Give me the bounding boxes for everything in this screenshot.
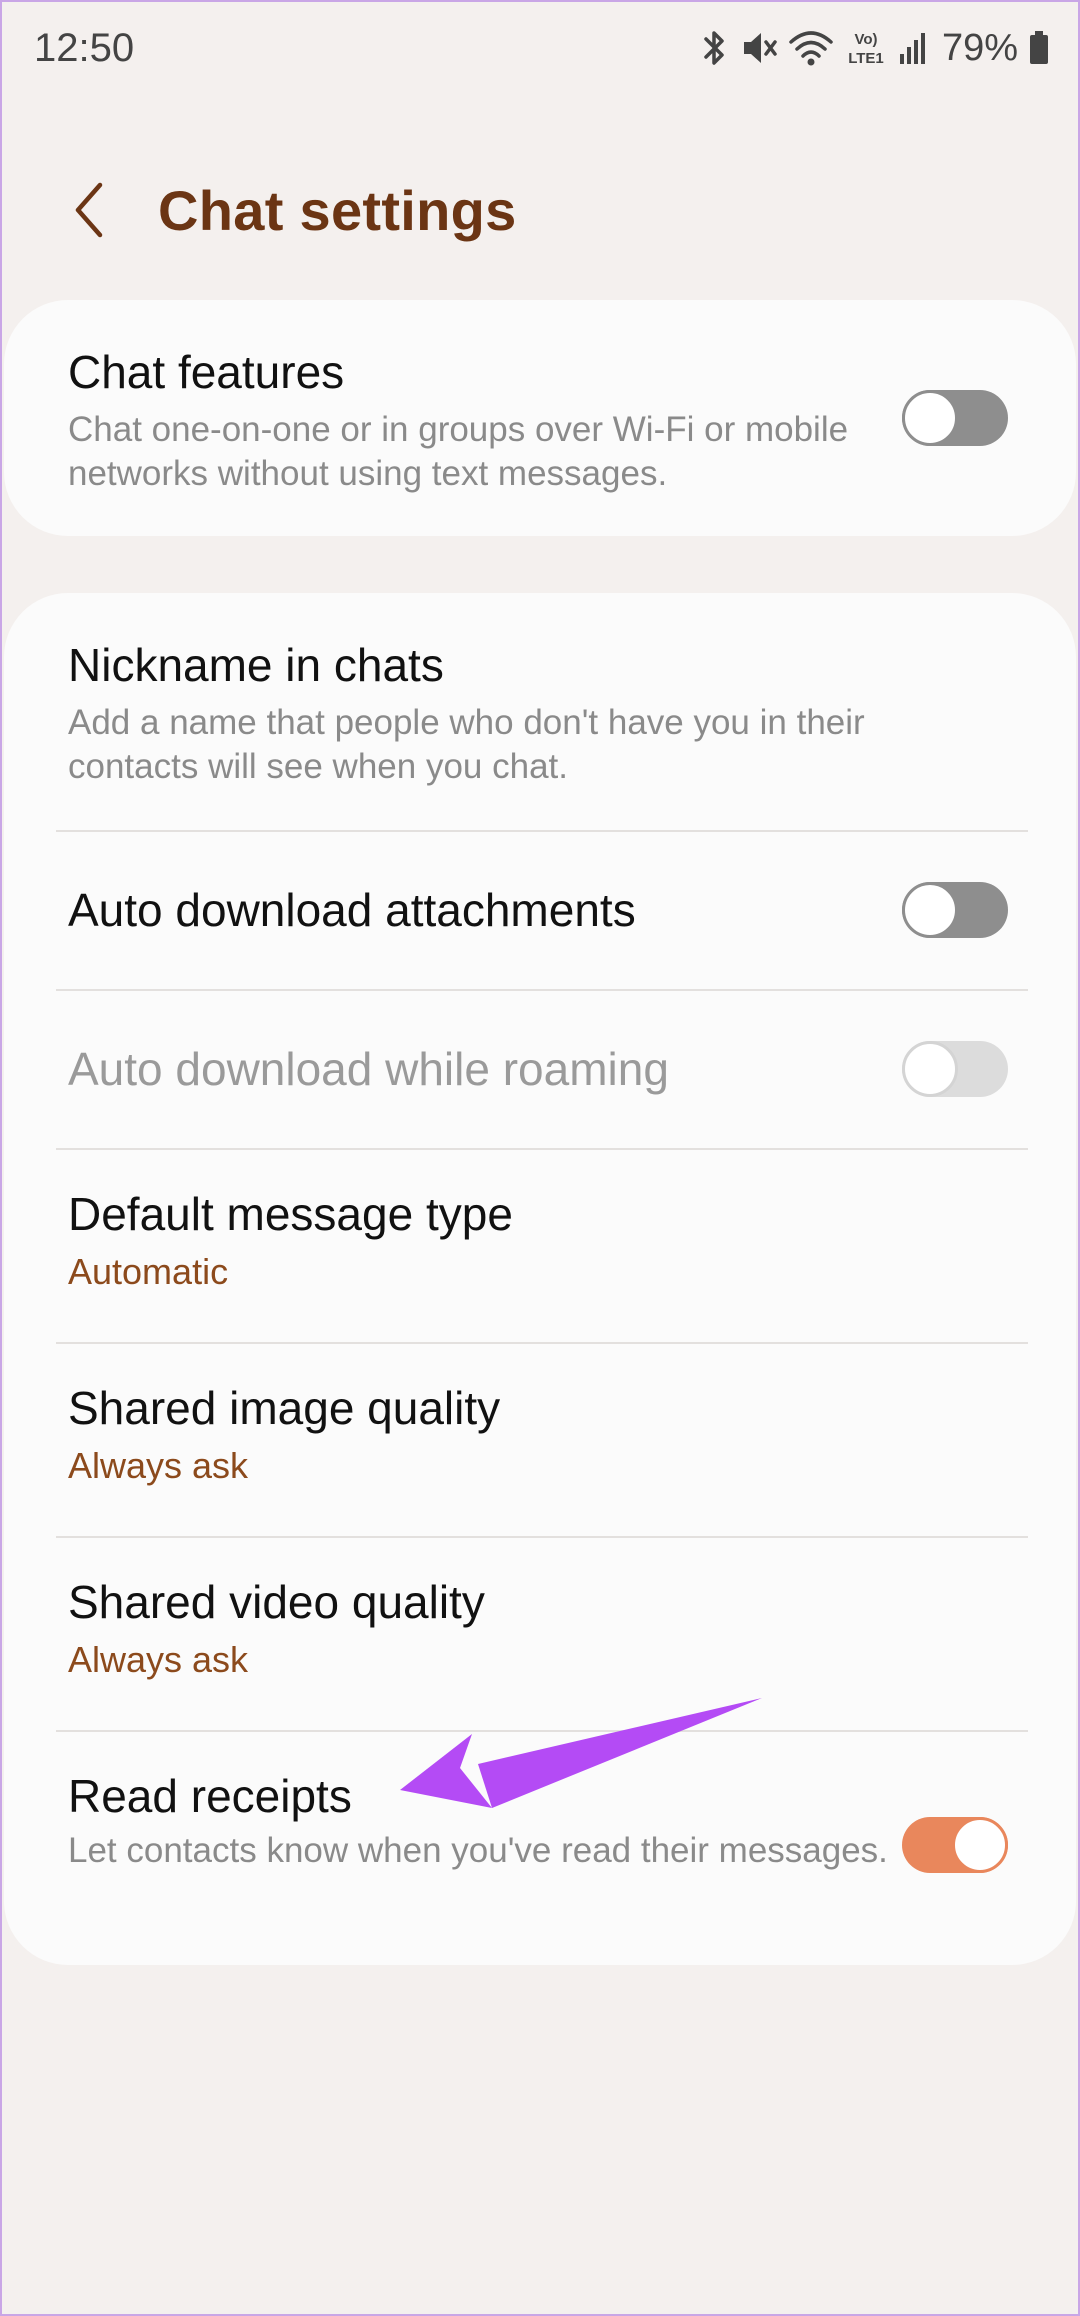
chat-features-toggle[interactable] [902, 390, 1008, 446]
shared-image-quality-title: Shared image quality [68, 1382, 501, 1434]
nickname-title: Nickname in chats [68, 639, 444, 691]
nickname-row[interactable]: Nickname in chats Add a name that people… [4, 593, 1076, 830]
auto-download-toggle[interactable] [902, 882, 1008, 938]
auto-download-row[interactable]: Auto download attachments [4, 832, 1076, 989]
auto-download-roaming-row: Auto download while roaming [4, 991, 1076, 1148]
auto-download-roaming-toggle [902, 1041, 1008, 1097]
toggle-thumb [902, 1041, 958, 1097]
toggle-thumb [902, 390, 958, 446]
wifi-icon [789, 31, 833, 66]
read-receipts-title: Read receipts [68, 1770, 352, 1822]
chat-features-card: Chat features Chat one-on-one or in grou… [4, 300, 1076, 536]
auto-download-roaming-title: Auto download while roaming [68, 1043, 669, 1095]
read-receipts-row[interactable]: Read receipts Let contacts know when you… [4, 1732, 1076, 1965]
toggle-thumb [902, 882, 958, 938]
signal-icon [899, 33, 925, 64]
status-bar: 12:50 Vo) LTE1 79% [0, 0, 1080, 100]
shared-video-quality-title: Shared video quality [68, 1576, 485, 1628]
chat-features-row[interactable]: Chat features Chat one-on-one or in grou… [4, 300, 1076, 536]
toggle-thumb [952, 1817, 1008, 1873]
chat-settings-screen: 12:50 Vo) LTE1 79% Chat settings Chat fe… [0, 0, 1080, 2316]
shared-image-quality-row[interactable]: Shared image quality Always ask [4, 1344, 1076, 1536]
chevron-left-icon [75, 182, 103, 238]
shared-image-quality-value: Always ask [68, 1445, 249, 1486]
volte-icon: Vo) LTE1 [848, 31, 884, 67]
battery-percent: 79% [941, 27, 1018, 69]
shared-video-quality-row[interactable]: Shared video quality Always ask [4, 1538, 1076, 1730]
battery-icon [1030, 31, 1048, 64]
read-receipts-subtitle: Let contacts know when you've read their… [68, 1831, 888, 1870]
page-title: Chat settings [158, 179, 517, 242]
default-message-type-row[interactable]: Default message type Automatic [4, 1150, 1076, 1342]
volte-label-top: Vo) [854, 31, 877, 48]
default-message-type-value: Automatic [68, 1251, 229, 1292]
bluetooth-icon [704, 31, 724, 65]
auto-download-title: Auto download attachments [68, 884, 636, 936]
volte-label-bottom: LTE1 [848, 50, 884, 67]
status-icons: Vo) LTE1 79% [700, 22, 1050, 74]
chat-features-title: Chat features [68, 346, 345, 398]
back-button[interactable] [50, 170, 130, 250]
chat-features-subtitle: Chat one-on-one or in groups over Wi-Fi … [68, 410, 849, 493]
shared-video-quality-value: Always ask [68, 1639, 249, 1680]
mute-icon [743, 33, 777, 63]
settings-card: Nickname in chats Add a name that people… [4, 593, 1076, 1965]
nickname-subtitle: Add a name that people who don't have yo… [68, 703, 865, 786]
status-time: 12:50 [34, 26, 135, 70]
default-message-type-title: Default message type [68, 1188, 513, 1240]
read-receipts-toggle[interactable] [902, 1817, 1008, 1873]
